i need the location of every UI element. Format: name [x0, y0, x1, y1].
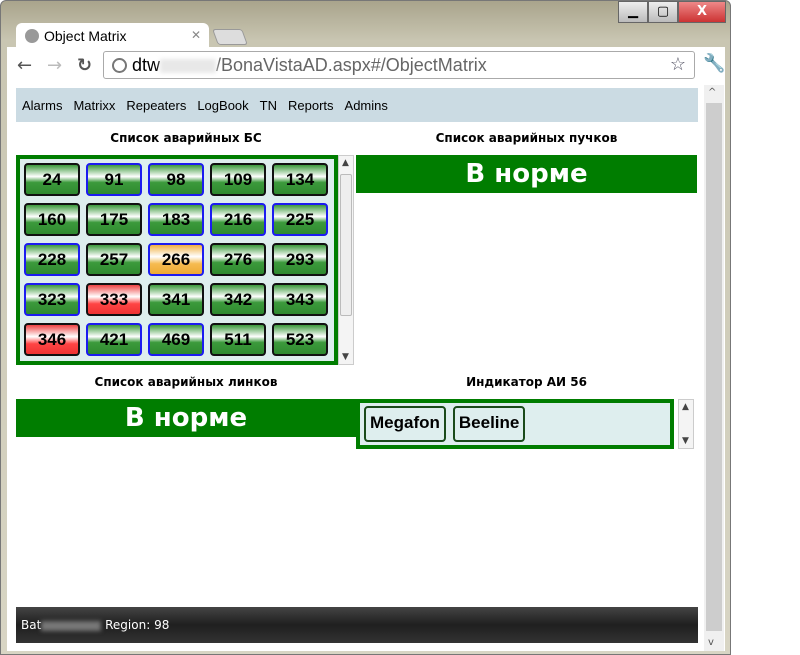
- reload-icon[interactable]: ↻: [77, 55, 92, 76]
- menu-repeaters[interactable]: Repeaters: [126, 98, 186, 113]
- menu-admins[interactable]: Admins: [345, 98, 388, 113]
- globe-icon: [112, 58, 127, 73]
- tab-title: Object Matrix: [44, 28, 127, 44]
- footer: Bat Region: 98: [16, 607, 698, 643]
- menu-tn[interactable]: TN: [260, 98, 277, 113]
- region-value: 98: [154, 618, 170, 632]
- new-tab-button[interactable]: [212, 29, 248, 45]
- bs-button[interactable]: 276: [210, 243, 266, 276]
- bs-button[interactable]: 175: [86, 203, 142, 236]
- bs-scrollbar[interactable]: ▲ ▼: [338, 155, 354, 365]
- bs-button[interactable]: 160: [24, 203, 80, 236]
- bs-button[interactable]: 98: [148, 163, 204, 196]
- bs-button[interactable]: 216: [210, 203, 266, 236]
- bs-button[interactable]: 523: [272, 323, 328, 356]
- bs-button[interactable]: 24: [24, 163, 80, 196]
- blurred-text: [41, 620, 102, 631]
- bundles-panel-title: Список аварийных пучков: [435, 131, 618, 145]
- bs-button[interactable]: 343: [272, 283, 328, 316]
- user-name: Bat: [21, 618, 42, 632]
- menu-reports[interactable]: Reports: [288, 98, 334, 113]
- ai-operators: Megafon Beeline: [356, 399, 674, 449]
- globe-icon: [25, 29, 39, 43]
- menu-alarms[interactable]: Alarms: [22, 98, 62, 113]
- bs-button[interactable]: 469: [148, 323, 204, 356]
- region-label: Region:: [105, 618, 151, 632]
- bs-button[interactable]: 257: [86, 243, 142, 276]
- page-scrollbar[interactable]: ^ v: [704, 85, 724, 651]
- minimize-button[interactable]: ▁: [618, 1, 648, 23]
- browser-window: ▁ ▢ X Object Matrix ✕ ← → ↻ dtw/BonaVist…: [0, 0, 731, 655]
- bs-button[interactable]: 134: [272, 163, 328, 196]
- bs-button[interactable]: 183: [148, 203, 204, 236]
- bs-button[interactable]: 421: [86, 323, 142, 356]
- bs-button[interactable]: 341: [148, 283, 204, 316]
- main-menu: Alarms Matrixx Repeaters LogBook TN Repo…: [16, 88, 698, 122]
- bundles-status: В норме: [356, 155, 697, 193]
- bs-button[interactable]: 91: [86, 163, 142, 196]
- bs-button[interactable]: 323: [24, 283, 80, 316]
- bs-button[interactable]: 333: [86, 283, 142, 316]
- address-bar[interactable]: dtw/BonaVistaAD.aspx#/ObjectMatrix ☆: [103, 51, 695, 79]
- operator-beeline[interactable]: Beeline: [452, 406, 526, 442]
- back-icon[interactable]: ←: [17, 55, 32, 76]
- ai-scrollbar[interactable]: ▲ ▼: [678, 399, 694, 449]
- maximize-button[interactable]: ▢: [648, 1, 678, 23]
- links-panel-title: Список аварийных линков: [94, 375, 278, 389]
- browser-tab[interactable]: Object Matrix ✕: [16, 23, 209, 49]
- close-window-button[interactable]: X: [678, 1, 726, 23]
- links-status: В норме: [16, 399, 356, 437]
- menu-matrixx[interactable]: Matrixx: [73, 98, 115, 113]
- close-tab-icon[interactable]: ✕: [191, 28, 201, 42]
- forward-icon[interactable]: →: [47, 55, 62, 76]
- url-path: /BonaVistaAD.aspx#/ObjectMatrix: [216, 55, 487, 75]
- bs-button[interactable]: 266: [148, 243, 204, 276]
- bs-button[interactable]: 342: [210, 283, 266, 316]
- operator-megafon[interactable]: Megafon: [364, 406, 446, 442]
- bs-button[interactable]: 346: [24, 323, 80, 356]
- url-host: dtw: [132, 55, 161, 75]
- bs-grid: 24 91 98 109 134 160 175 183 216 225 228 257 266 276 2…: [16, 155, 338, 365]
- menu-logbook[interactable]: LogBook: [197, 98, 248, 113]
- ai-panel-title: Индикатор АИ 56: [466, 375, 587, 389]
- bs-button[interactable]: 109: [210, 163, 266, 196]
- bs-button[interactable]: 511: [210, 323, 266, 356]
- bs-button[interactable]: 225: [272, 203, 328, 236]
- star-icon[interactable]: ☆: [670, 54, 686, 75]
- bs-button[interactable]: 293: [272, 243, 328, 276]
- blurred-text: [160, 59, 217, 74]
- wrench-icon[interactable]: 🔧: [703, 53, 725, 74]
- bs-panel-title: Список аварийных БС: [110, 131, 262, 145]
- bs-button[interactable]: 228: [24, 243, 80, 276]
